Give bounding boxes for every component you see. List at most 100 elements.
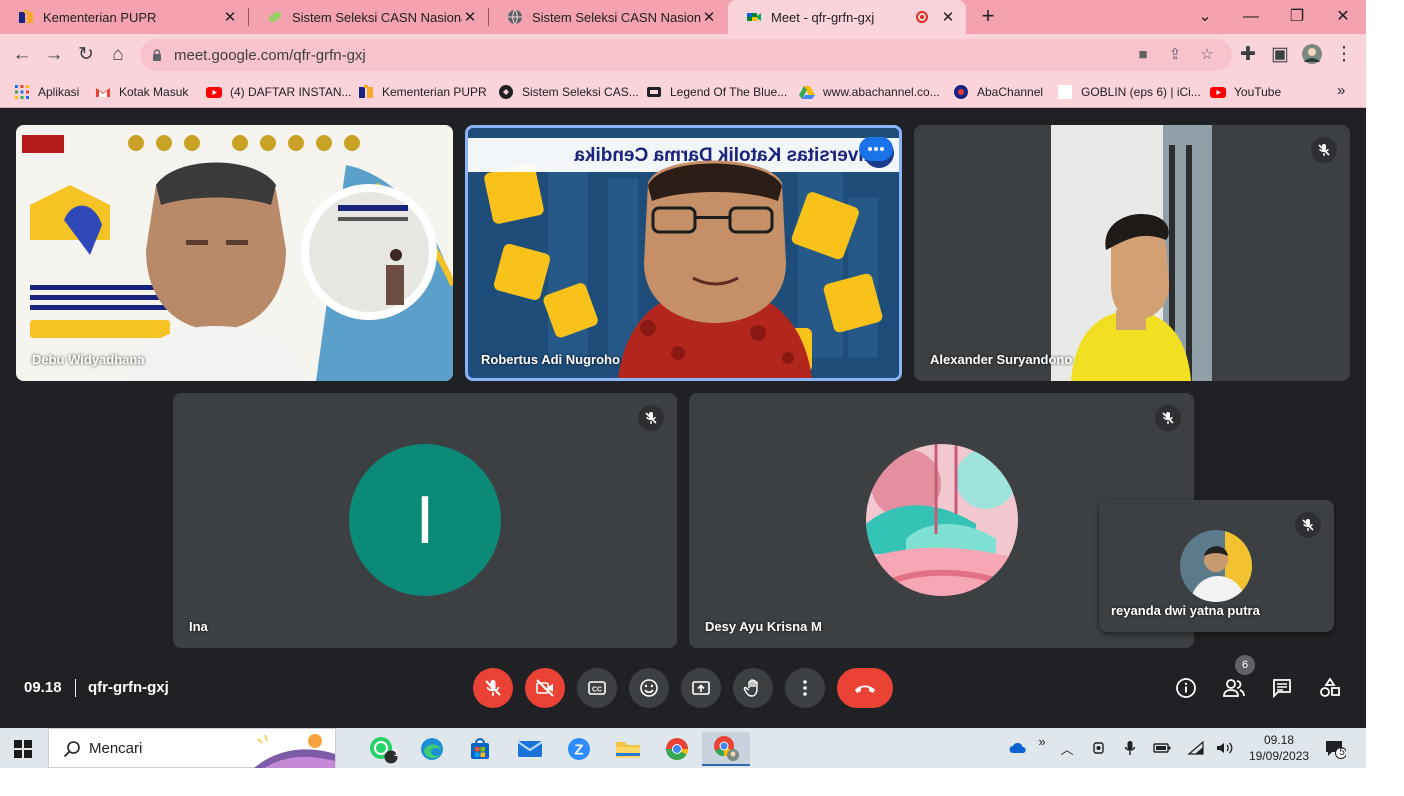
close-tab-icon[interactable]: ✕ xyxy=(222,8,238,26)
lock-icon xyxy=(152,48,162,61)
captions-button[interactable]: CC xyxy=(577,668,617,708)
close-tab-icon[interactable]: ✕ xyxy=(940,8,956,26)
microphone-in-use-icon[interactable] xyxy=(1121,739,1139,757)
participant-name: Debu Widyadhana xyxy=(32,352,145,367)
more-options-icon[interactable] xyxy=(859,137,893,161)
gmail-icon xyxy=(95,84,111,100)
screen: Kementerian PUPR ✕ Sistem Seleksi CASN N… xyxy=(0,0,1366,768)
wifi-icon[interactable] xyxy=(1187,739,1205,757)
show-hidden-icons-chevron-icon[interactable]: ︿ xyxy=(1058,739,1076,757)
more-options-button[interactable] xyxy=(785,668,825,708)
raise-hand-button[interactable] xyxy=(733,668,773,708)
volume-icon[interactable] xyxy=(1216,739,1234,757)
taskbar-search-box[interactable]: Mencari xyxy=(48,728,336,768)
browser-toolbar: ← → ↻ ⌂ meet.google.com/qfr-grfn-gxj ■ ⇪… xyxy=(0,34,1366,76)
extensions-puzzle-icon[interactable]: ✚ xyxy=(1236,43,1260,67)
close-window-button[interactable]: ✕ xyxy=(1330,4,1356,30)
taskbar-chrome-profile-active[interactable] xyxy=(702,732,750,766)
onedrive-cloud-icon[interactable] xyxy=(1009,739,1027,757)
toggle-camera-button[interactable] xyxy=(525,668,565,708)
github-like-icon xyxy=(498,84,514,100)
mail-icon xyxy=(517,741,543,757)
notification-count: 5 xyxy=(1339,747,1345,758)
chat-icon xyxy=(1273,679,1291,699)
people-icon xyxy=(1223,679,1245,697)
participant-tile-ina[interactable]: I Ina xyxy=(173,393,677,648)
share-icon[interactable]: ⇪ xyxy=(1164,44,1186,66)
activities-button[interactable] xyxy=(1316,674,1344,702)
more-vert-icon xyxy=(803,680,807,696)
bookmark-label: YouTube xyxy=(1234,85,1282,99)
star-bookmark-icon[interactable]: ☆ xyxy=(1196,44,1218,66)
participant-tile-robertus[interactable]: Universitas Katolik Darma Cendika Robert… xyxy=(465,125,902,381)
bookmark-kotak-masuk[interactable]: Kotak Masuk xyxy=(95,82,188,102)
reactions-button[interactable] xyxy=(629,668,669,708)
present-screen-button[interactable] xyxy=(681,668,721,708)
youtube-icon xyxy=(206,84,222,100)
bookmark-daftar-instan[interactable]: (4) DAFTAR INSTAN... xyxy=(206,82,352,102)
bookmark-sistem-seleksi-cas[interactable]: Sistem Seleksi CAS... xyxy=(498,82,639,102)
close-tab-icon[interactable]: ✕ xyxy=(462,8,478,26)
address-bar[interactable]: meet.google.com/qfr-grfn-gxj ■ ⇪ ☆ xyxy=(140,39,1232,71)
bookmark-label: Sistem Seleksi CAS... xyxy=(522,85,639,99)
bookmark-label: GOBLIN (eps 6) | iCi... xyxy=(1081,85,1201,99)
svg-text:CC: CC xyxy=(592,687,602,694)
people-button[interactable] xyxy=(1220,674,1248,702)
notification-center-icon[interactable]: 5 xyxy=(1322,738,1348,760)
system-clock[interactable]: 09.18 19/09/2023 xyxy=(1249,732,1309,764)
search-highlight-illustration xyxy=(254,734,335,768)
restore-button[interactable]: ❐ xyxy=(1284,4,1310,30)
taskbar-store[interactable] xyxy=(458,732,502,766)
avatar xyxy=(1180,530,1252,602)
tab-meet[interactable]: Meet - qfr-grfn-gxj ✕ xyxy=(728,0,966,34)
bookmark-aplikasi[interactable]: Aplikasi xyxy=(14,82,79,102)
tray-overflow-chevron-icon[interactable]: » xyxy=(1033,732,1051,750)
browser-menu-icon[interactable]: ⋮ xyxy=(1332,43,1356,67)
present-icon xyxy=(692,681,710,695)
meet-now-camera-icon[interactable] xyxy=(1090,739,1108,757)
new-tab-button[interactable]: + xyxy=(976,5,1000,29)
tab-sistem-seleksi-casn-1[interactable]: Sistem Seleksi CASN Nasional ✕ xyxy=(249,0,488,34)
leave-call-button[interactable] xyxy=(837,668,893,708)
taskbar-edge[interactable] xyxy=(410,732,454,766)
bookmark-youtube[interactable]: YouTube xyxy=(1210,82,1281,102)
side-panel-icon[interactable]: ▣ xyxy=(1268,43,1292,67)
bookmark-legend-of-the-blue[interactable]: Legend Of The Blue... xyxy=(646,82,787,102)
self-view-tile[interactable]: reyanda dwi yatna putra xyxy=(1099,500,1334,632)
close-tab-icon[interactable]: ✕ xyxy=(701,8,717,26)
taskbar-zoom[interactable]: Z xyxy=(557,732,601,766)
back-arrow-icon[interactable]: ← xyxy=(10,43,34,67)
participant-tile-debu[interactable]: Debu Widyadhana xyxy=(16,125,453,381)
bookmark-kementerian-pupr[interactable]: Kementerian PUPR xyxy=(358,82,487,102)
battery-icon[interactable] xyxy=(1153,739,1171,757)
taskbar-whatsapp[interactable]: 1 xyxy=(361,732,405,766)
participant-tile-alexander[interactable]: Alexander Suryandono xyxy=(914,125,1350,381)
home-icon[interactable]: ⌂ xyxy=(106,43,130,67)
taskbar-file-explorer[interactable] xyxy=(606,732,650,766)
muted-mic-icon xyxy=(1295,512,1321,538)
minimize-button[interactable]: — xyxy=(1238,4,1264,30)
meeting-details-button[interactable] xyxy=(1172,674,1200,702)
emoji-icon xyxy=(640,679,658,697)
taskbar-chrome[interactable] xyxy=(655,732,699,766)
tab-search-chevron-icon[interactable]: ⌄ xyxy=(1192,4,1218,30)
toggle-microphone-button[interactable] xyxy=(473,668,513,708)
windows-start-icon[interactable] xyxy=(14,740,32,758)
bookmark-abachannel-com[interactable]: www.abachannel.co... xyxy=(799,82,940,102)
forward-arrow-icon[interactable]: → xyxy=(42,43,66,67)
chat-button[interactable] xyxy=(1268,674,1296,702)
bookmark-label: www.abachannel.co... xyxy=(823,85,940,99)
info-icon xyxy=(1176,678,1196,698)
taskbar-mail[interactable] xyxy=(508,732,552,766)
participant-name: Ina xyxy=(189,619,208,634)
bookmark-goblin[interactable]: GOBLIN (eps 6) | iCi... xyxy=(1057,82,1201,102)
bookmark-abachannel[interactable]: AbaChannel xyxy=(953,82,1043,102)
profile-avatar[interactable] xyxy=(1300,43,1324,67)
tab-kementerian-pupr[interactable]: Kementerian PUPR ✕ xyxy=(0,0,248,34)
reload-icon[interactable]: ↻ xyxy=(74,43,98,67)
bookmarks-overflow-chevron-icon[interactable]: » xyxy=(1337,82,1345,99)
chrome-profile-icon xyxy=(714,736,739,761)
camera-indicator-icon[interactable]: ■ xyxy=(1132,44,1154,66)
tab-title: Meet - qfr-grfn-gxj xyxy=(771,9,875,25)
tab-sistem-seleksi-casn-2[interactable]: Sistem Seleksi CASN Nasional ✕ xyxy=(489,0,727,34)
